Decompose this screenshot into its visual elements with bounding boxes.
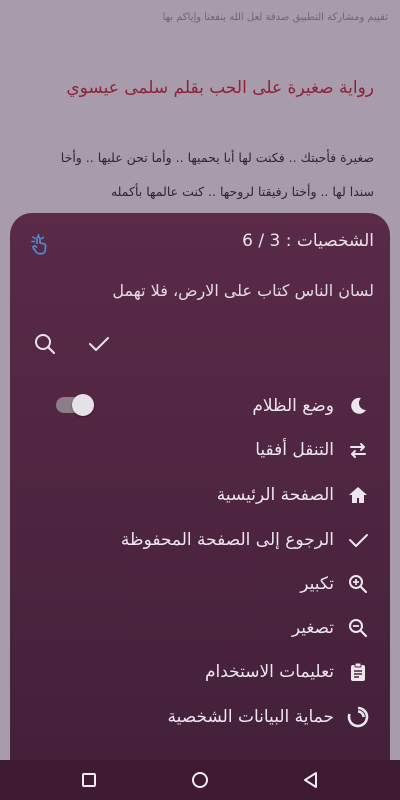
moon-icon	[346, 394, 370, 418]
hand-tap-icon[interactable]	[28, 233, 52, 257]
menu-item-label: تعليمات الاستخدام	[204, 662, 334, 682]
toggle-knob	[72, 394, 94, 416]
privacy-icon	[346, 705, 370, 729]
story-text-line: صغيرة فأحبتك .. فكنت لها أبا يحميها .. و…	[60, 150, 374, 165]
menu-item-home[interactable]: الصفحة الرئيسية	[26, 478, 370, 512]
menu-item-label: الصفحة الرئيسية	[216, 485, 334, 505]
menu-item-label: تصغير	[291, 618, 334, 638]
menu-item-dark-mode[interactable]: وضع الظلام	[26, 389, 370, 423]
menu-item-label: الرجوع إلى الصفحة المحفوظة	[120, 530, 334, 550]
menu-item-label: التنقل أفقيا	[255, 440, 334, 460]
search-icon[interactable]	[32, 331, 58, 357]
zoom-out-icon	[346, 616, 370, 640]
story-text-line: سندا لها .. وأختا رفيقتا لروحها .. كنت ع…	[110, 184, 374, 199]
menu-item-privacy[interactable]: حماية البيانات الشخصية	[26, 700, 370, 734]
swap-horizontal-icon	[346, 438, 370, 462]
menu-item-return-saved-page[interactable]: الرجوع إلى الصفحة المحفوظة	[26, 523, 370, 557]
zoom-in-icon	[346, 572, 370, 596]
story-title: رواية صغيرة على الحب بقلم سلمى عيسوي	[66, 78, 374, 98]
recents-icon[interactable]	[79, 770, 99, 790]
menu-item-label: حماية البيانات الشخصية	[167, 707, 334, 727]
menu-item-zoom-in[interactable]: تكبير	[26, 567, 370, 601]
menu-item-zoom-out[interactable]: تصغير	[26, 611, 370, 645]
home-icon	[346, 483, 370, 507]
sheet-header: الشخصيات : 3 / 6	[10, 231, 390, 259]
menu-item-label: تكبير	[300, 574, 334, 594]
bottom-sheet-menu: الشخصيات : 3 / 6 لسان الناس كتاب على الا…	[10, 213, 390, 760]
menu-item-label: وضع الظلام	[252, 396, 334, 416]
rate-share-text: تقييم ومشاركة التطبيق صدقة لعل الله ينفع…	[162, 12, 388, 23]
characters-counter: الشخصيات : 3 / 6	[242, 231, 374, 251]
back-icon[interactable]	[301, 770, 321, 790]
quote-preview: لسان الناس كتاب على الارض، فلا تهمل	[112, 281, 374, 300]
menu-item-horizontal-navigation[interactable]: التنقل أفقيا	[26, 433, 370, 467]
check-icon	[346, 528, 370, 552]
home-nav-icon[interactable]	[190, 770, 210, 790]
menu-item-usage-instructions[interactable]: تعليمات الاستخدام	[26, 655, 370, 689]
system-navigation-bar	[0, 760, 400, 800]
dark-mode-toggle[interactable]	[56, 394, 94, 416]
clipboard-icon	[346, 660, 370, 684]
check-icon[interactable]	[86, 331, 112, 357]
